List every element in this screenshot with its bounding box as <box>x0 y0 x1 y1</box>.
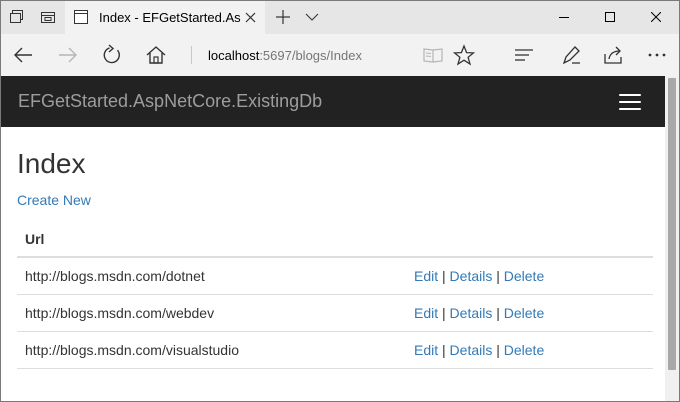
vertical-scrollbar[interactable] <box>665 76 679 401</box>
close-window-icon <box>651 12 661 22</box>
home-icon[interactable] <box>145 44 167 66</box>
separator: | <box>496 342 500 358</box>
close-window-button[interactable] <box>633 1 679 34</box>
separator: | <box>496 268 500 284</box>
hamburger-menu-icon[interactable] <box>619 94 641 110</box>
maximize-icon <box>605 12 615 22</box>
delete-link[interactable]: Delete <box>504 305 544 321</box>
page-favicon <box>74 10 88 24</box>
delete-link[interactable]: Delete <box>504 342 544 358</box>
share-icon[interactable] <box>602 44 624 66</box>
edit-link[interactable]: Edit <box>414 305 438 321</box>
separator: | <box>442 268 446 284</box>
refresh-icon[interactable] <box>101 44 123 66</box>
tab-active[interactable]: Index - EFGetStarted.As <box>65 1 265 34</box>
column-header-url: Url <box>25 231 45 247</box>
tab-previews-icon[interactable] <box>40 9 56 25</box>
table-row: http://blogs.msdn.com/visualstudio Edit … <box>17 332 653 369</box>
page-title: Index <box>17 148 86 179</box>
tab-list-chevron-icon[interactable] <box>305 11 319 23</box>
browser-window: Index - EFGetStarted.As localhost:5697/b… <box>0 0 680 402</box>
scrollbar-thumb[interactable] <box>668 78 676 370</box>
address-bar[interactable]: localhost:5697/blogs/Index <box>208 47 362 64</box>
url-cell: http://blogs.msdn.com/webdev <box>25 305 215 321</box>
address-path: :5697/blogs/Index <box>259 48 362 63</box>
close-icon[interactable] <box>245 12 256 23</box>
hamburger-bar <box>619 94 641 96</box>
back-arrow-icon[interactable] <box>12 44 34 66</box>
web-page: EFGetStarted.AspNetCore.ExistingDb Index… <box>1 76 665 401</box>
url-cell: http://blogs.msdn.com/dotnet <box>25 268 205 284</box>
tab-strip: Index - EFGetStarted.As <box>1 1 679 34</box>
separator: | <box>442 305 446 321</box>
site-brand[interactable]: EFGetStarted.AspNetCore.ExistingDb <box>18 91 322 111</box>
site-navbar: EFGetStarted.AspNetCore.ExistingDb <box>1 76 665 127</box>
tab-title: Index - EFGetStarted.As <box>99 10 241 25</box>
create-new-link[interactable]: Create New <box>17 191 91 209</box>
edit-link[interactable]: Edit <box>414 268 438 284</box>
actions-cell: Edit | Details | Delete <box>414 341 544 359</box>
favorites-star-icon[interactable] <box>453 44 475 66</box>
actions-cell: Edit | Details | Delete <box>414 304 544 322</box>
forward-arrow-icon[interactable] <box>57 44 79 66</box>
table-row: http://blogs.msdn.com/webdev Edit | Deta… <box>17 295 653 332</box>
address-host: localhost <box>208 48 260 63</box>
minimize-icon <box>559 17 569 18</box>
new-tab-plus-icon[interactable] <box>275 9 291 25</box>
table-row: http://blogs.msdn.com/dotnet Edit | Deta… <box>17 258 653 295</box>
details-link[interactable]: Details <box>450 268 493 284</box>
more-icon[interactable] <box>646 44 668 66</box>
web-note-icon[interactable] <box>560 44 582 66</box>
details-link[interactable]: Details <box>450 342 493 358</box>
actions-cell: Edit | Details | Delete <box>414 267 544 285</box>
minimize-button[interactable] <box>541 1 587 34</box>
delete-link[interactable]: Delete <box>504 268 544 284</box>
separator: | <box>496 305 500 321</box>
url-cell: http://blogs.msdn.com/visualstudio <box>25 342 239 358</box>
hamburger-bar <box>619 108 641 110</box>
maximize-button[interactable] <box>587 1 633 34</box>
hub-icon[interactable] <box>513 44 535 66</box>
hamburger-bar <box>619 101 641 103</box>
set-aside-tabs-icon[interactable] <box>9 9 25 25</box>
navigation-bar: localhost:5697/blogs/Index <box>1 34 679 76</box>
reading-view-icon[interactable] <box>422 44 444 66</box>
details-link[interactable]: Details <box>450 305 493 321</box>
address-bar-divider <box>191 46 192 64</box>
separator: | <box>442 342 446 358</box>
edit-link[interactable]: Edit <box>414 342 438 358</box>
